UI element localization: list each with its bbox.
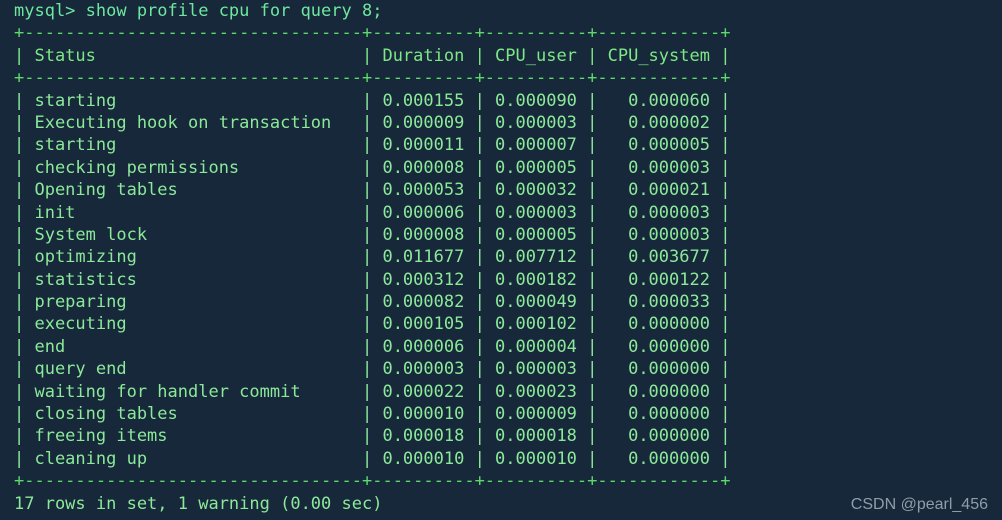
- table-row: | executing | 0.000105 | 0.000102 | 0.00…: [14, 314, 731, 335]
- table-top-border: +---------------------------------+-----…: [14, 23, 731, 44]
- watermark-label: CSDN @pearl_456: [850, 496, 988, 513]
- table-row: | Opening tables | 0.000053 | 0.000032 |…: [14, 180, 731, 201]
- table-row: | System lock | 0.000008 | 0.000005 | 0.…: [14, 224, 731, 245]
- table-row: | starting | 0.000155 | 0.000090 | 0.000…: [14, 90, 731, 111]
- table-bottom-border: +---------------------------------+-----…: [14, 471, 731, 492]
- terminal-window: mysql> show profile cpu for query 8; +---…: [0, 0, 1002, 520]
- result-summary-line: 17 rows in set, 1 warning (0.00 sec): [14, 493, 383, 514]
- table-row: | starting | 0.000011 | 0.000007 | 0.000…: [14, 135, 731, 156]
- table-row: | checking permissions | 0.000008 | 0.00…: [14, 157, 731, 178]
- command-prompt-line: mysql> show profile cpu for query 8;: [14, 1, 383, 21]
- table-header-separator: +---------------------------------+-----…: [14, 68, 731, 89]
- table-row: | query end | 0.000003 | 0.000003 | 0.00…: [14, 359, 731, 380]
- table-row: | cleaning up | 0.000010 | 0.000010 | 0.…: [14, 448, 731, 469]
- table-row: | optimizing | 0.011677 | 0.007712 | 0.0…: [14, 247, 731, 268]
- table-row: | preparing | 0.000082 | 0.000049 | 0.00…: [14, 292, 731, 313]
- table-row: | init | 0.000006 | 0.000003 | 0.000003 …: [14, 202, 731, 223]
- table-row: | Executing hook on transaction | 0.0000…: [14, 112, 731, 133]
- table-header-row: | Status | Duration | CPU_user | CPU_sys…: [14, 45, 731, 66]
- table-row: | freeing items | 0.000018 | 0.000018 | …: [14, 426, 731, 447]
- console-output: mysql> show profile cpu for query 8; +---…: [14, 0, 730, 515]
- table-row: | statistics | 0.000312 | 0.000182 | 0.0…: [14, 269, 731, 290]
- table-row: | closing tables | 0.000010 | 0.000009 |…: [14, 404, 731, 425]
- table-row: | end | 0.000006 | 0.000004 | 0.000000 |: [14, 336, 731, 357]
- table-row: | waiting for handler commit | 0.000022 …: [14, 381, 731, 402]
